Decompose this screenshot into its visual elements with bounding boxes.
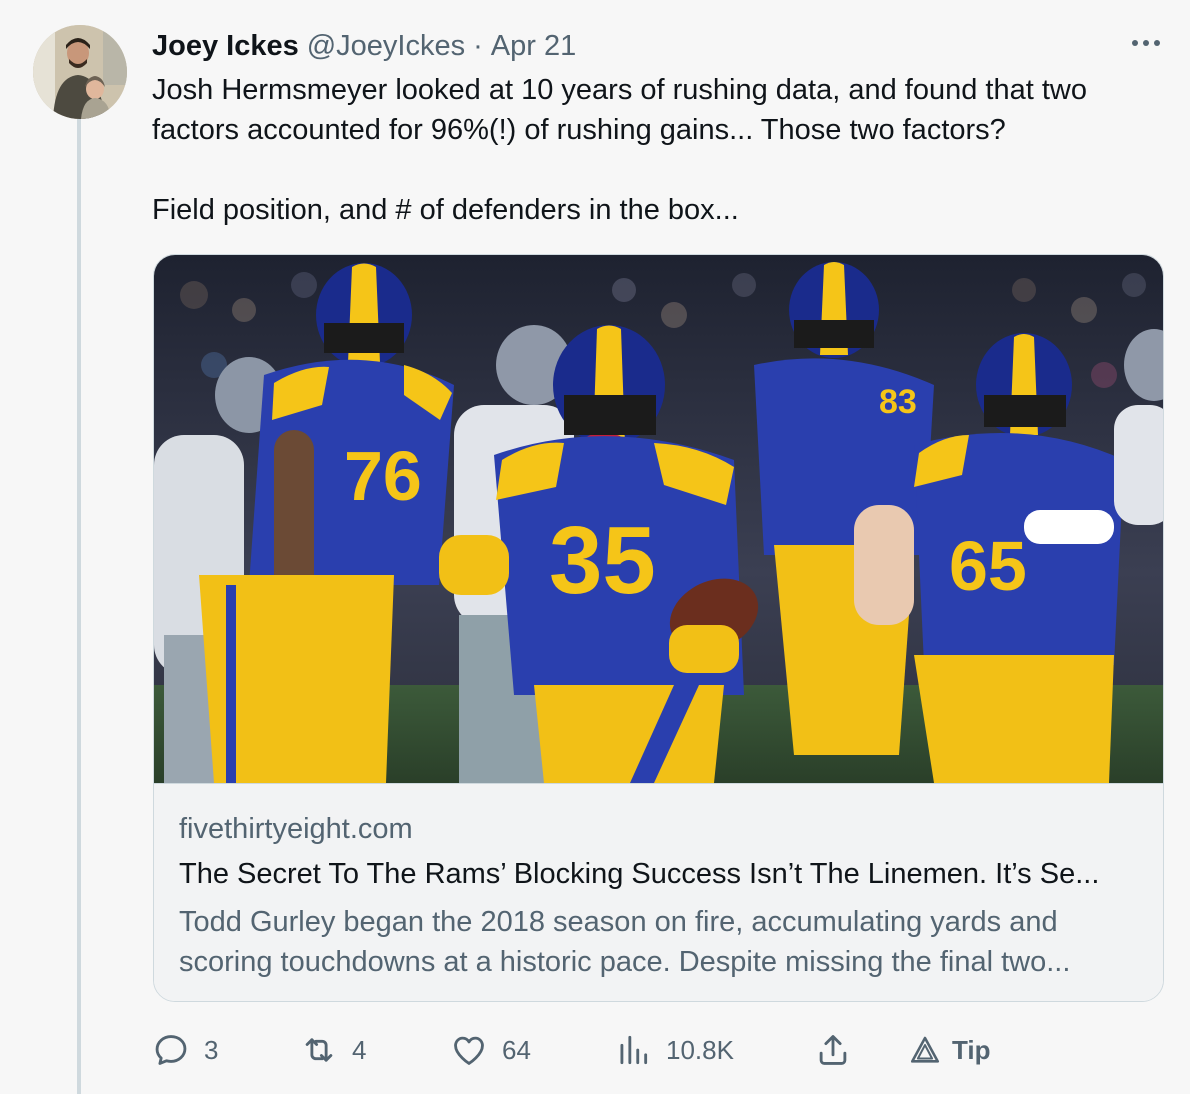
tweet-date[interactable]: Apr 21	[491, 30, 576, 63]
share-button[interactable]	[814, 1028, 852, 1072]
views-button[interactable]: 10.8K	[614, 1028, 734, 1072]
card-body[interactable]: fivethirtyeight.com The Secret To The Ra…	[154, 783, 1163, 1001]
retweet-icon	[305, 1038, 333, 1062]
card-description-line: Todd Gurley began the 2018 season on fir…	[179, 906, 1058, 938]
tweet-text-line: factors accounted for 96%(!) of rushing …	[152, 114, 1006, 146]
author-handle[interactable]: @JoeyIckes	[307, 30, 465, 63]
tip-button[interactable]: Tip	[908, 1028, 991, 1072]
views-chart-icon	[620, 1035, 648, 1065]
like-count: 64	[502, 1034, 531, 1065]
card-image[interactable]: 76 83 65 35	[154, 255, 1163, 783]
link-card[interactable]: 76 83 65 35 fivethirtyeight.com The Secr…	[153, 254, 1164, 1002]
retweet-button[interactable]: 4	[300, 1028, 366, 1072]
card-description: Todd Gurley began the 2018 season on fir…	[179, 902, 1139, 982]
tip-label: Tip	[952, 1034, 991, 1065]
thread-line	[77, 118, 81, 1094]
card-description-line: scoring touchdowns at a historic pace. D…	[179, 946, 1071, 978]
card-title: The Secret To The Rams’ Blocking Success…	[179, 858, 1100, 890]
heart-icon	[454, 1036, 484, 1065]
header-separator: ·	[473, 29, 483, 62]
views-count: 10.8K	[666, 1034, 734, 1065]
jersey-number: 35	[549, 507, 656, 614]
tweet-text: Josh Hermsmeyer looked at 10 years of ru…	[152, 70, 1162, 230]
reply-count: 3	[204, 1034, 219, 1065]
more-options-button[interactable]	[1126, 28, 1166, 58]
tweet-actions: 3 4 64 10.8K Tip	[152, 1028, 1012, 1072]
avatar[interactable]	[33, 25, 127, 119]
share-icon	[819, 1035, 847, 1065]
jersey-number: 83	[879, 383, 917, 421]
card-domain: fivethirtyeight.com	[179, 813, 413, 845]
jersey-number: 65	[949, 527, 1027, 605]
tweet-text-line: Field position, and # of defenders in th…	[152, 194, 739, 226]
tweet-header: Joey Ickes @JoeyIckes · Apr 21	[152, 26, 576, 66]
retweet-count: 4	[352, 1034, 367, 1065]
author-display-name[interactable]: Joey Ickes	[152, 30, 299, 63]
tweet-text-line: Josh Hermsmeyer looked at 10 years of ru…	[152, 74, 1087, 106]
tip-icon	[910, 1036, 940, 1063]
jersey-number: 76	[344, 437, 422, 515]
like-button[interactable]: 64	[450, 1028, 531, 1072]
more-horizontal-icon	[1132, 40, 1138, 46]
reply-button[interactable]: 3	[152, 1028, 218, 1072]
reply-icon	[155, 1035, 187, 1065]
